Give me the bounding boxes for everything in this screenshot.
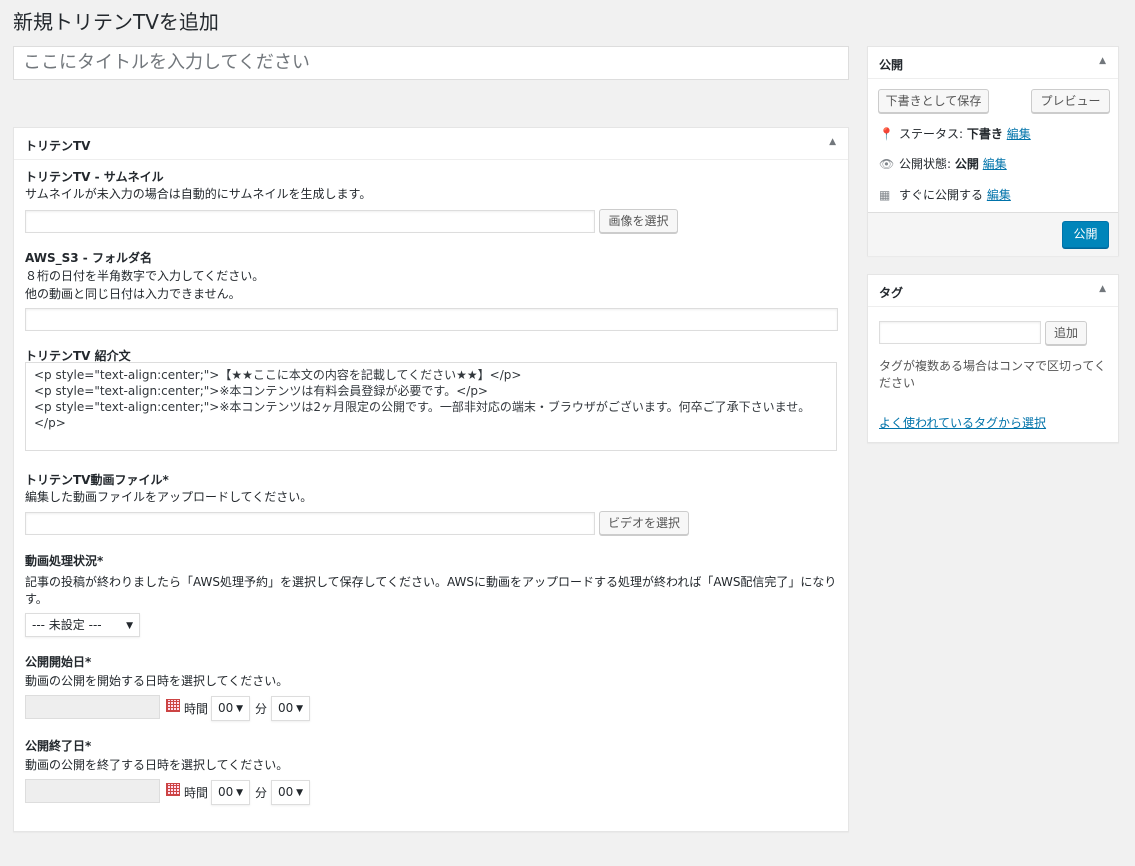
end-min-select[interactable]: 00 ▼ bbox=[271, 780, 310, 805]
post-title-input[interactable]: ここにタイトルを入力してください bbox=[13, 46, 849, 80]
start-min-select[interactable]: 00 ▼ bbox=[271, 696, 310, 721]
add-tag-button[interactable]: 追加 bbox=[1045, 321, 1087, 345]
processing-status-select[interactable]: --- 未設定 --- ▼ bbox=[25, 613, 140, 637]
processing-status-value: --- 未設定 --- bbox=[32, 618, 102, 632]
publish-actions: 公開 bbox=[868, 212, 1118, 256]
tag-hint-2: ださい bbox=[879, 376, 916, 390]
chevron-down-icon: ▼ bbox=[296, 704, 303, 714]
metabox-title: トリテンTV bbox=[25, 139, 91, 153]
collapse-arrow-icon[interactable]: ▲ bbox=[1099, 284, 1106, 294]
thumbnail-input[interactable] bbox=[25, 210, 595, 233]
edit-schedule-link[interactable]: 編集 bbox=[987, 188, 1011, 202]
tag-title: タグ bbox=[879, 286, 904, 300]
status-desc-1: 記事の投稿が終わりましたら「AWS処理予約」を選択して保存してください。AWSに… bbox=[25, 575, 837, 589]
folder-desc-1: ８桁の日付を半角数字で入力してください。 bbox=[25, 269, 265, 283]
intro-textarea[interactable]: <p style="text-align:center;">【★★ここに本文の内… bbox=[25, 362, 837, 451]
publish-title: 公開 bbox=[879, 58, 904, 72]
save-draft-button[interactable]: 下書きとして保存 bbox=[878, 89, 989, 113]
eye-icon: 👁 bbox=[879, 157, 895, 171]
chevron-down-icon: ▼ bbox=[236, 788, 243, 798]
status-label: 動画処理状況* bbox=[25, 554, 104, 568]
intro-line: <p style="text-align:center;">※本コンテンツは2ヶ… bbox=[34, 400, 811, 414]
end-date-input[interactable] bbox=[25, 779, 160, 803]
tag-hint-1: タグが複数ある場合はコンマで区切ってく bbox=[879, 359, 1107, 373]
status-row: 📍 ステータス: 下書き 編集 bbox=[879, 125, 1031, 142]
intro-line: </p> bbox=[34, 416, 66, 430]
tag-metabox: タグ ▲ 追加 タグが複数ある場合はコンマで区切ってく ださい よく使われている… bbox=[867, 274, 1119, 443]
folder-input[interactable] bbox=[25, 308, 838, 331]
publish-metabox: 公開 ▲ 下書きとして保存 プレビュー 📍 ステータス: 下書き 編集 👁 公開状態… bbox=[867, 46, 1119, 256]
select-image-button[interactable]: 画像を選択 bbox=[599, 209, 678, 233]
start-date-desc: 動画の公開を開始する日時を選択してください。 bbox=[25, 674, 289, 688]
pin-icon: 📍 bbox=[879, 127, 894, 141]
start-min-label: 分 bbox=[255, 702, 268, 716]
end-hour-value: 00 bbox=[218, 785, 234, 799]
end-date-desc: 動画の公開を終了する日時を選択してください。 bbox=[25, 758, 289, 772]
intro-line: <p style="text-align:center;">※本コンテンツは有料… bbox=[34, 384, 488, 398]
status-desc-2: す。 bbox=[25, 592, 48, 606]
start-hour-label: 時間 bbox=[184, 702, 209, 716]
thumbnail-label: トリテンTV - サムネイル bbox=[25, 170, 164, 184]
metabox-header[interactable]: トリテンTV ▲ bbox=[14, 128, 848, 160]
status-label: ステータス: bbox=[899, 127, 964, 141]
end-min-value: 00 bbox=[278, 785, 294, 799]
preview-button[interactable]: プレビュー bbox=[1031, 89, 1110, 113]
video-label: トリテンTV動画ファイル* bbox=[25, 473, 169, 487]
calendar-icon[interactable] bbox=[166, 699, 180, 712]
thumbnail-desc: サムネイルが未入力の場合は自動的にサムネイルを生成します。 bbox=[25, 187, 372, 201]
status-value: 下書き bbox=[966, 127, 1003, 141]
publish-button[interactable]: 公開 bbox=[1062, 221, 1109, 248]
tag-header[interactable]: タグ ▲ bbox=[868, 275, 1118, 307]
visibility-value: 公開 bbox=[954, 157, 979, 171]
collapse-arrow-icon[interactable]: ▲ bbox=[1099, 56, 1106, 66]
start-date-input[interactable] bbox=[25, 695, 160, 719]
end-date-label: 公開終了日* bbox=[25, 739, 92, 753]
start-date-label: 公開開始日* bbox=[25, 655, 92, 669]
start-min-value: 00 bbox=[278, 701, 294, 715]
end-min-label: 分 bbox=[255, 786, 268, 800]
chevron-down-icon: ▼ bbox=[236, 704, 243, 714]
start-hour-select[interactable]: 00 ▼ bbox=[211, 696, 250, 721]
edit-status-link[interactable]: 編集 bbox=[1007, 127, 1031, 141]
visibility-row: 👁 公開状態: 公開 編集 bbox=[879, 155, 1007, 172]
start-hour-value: 00 bbox=[218, 701, 234, 715]
toriten-tv-metabox: トリテンTV ▲ トリテンTV - サムネイル サムネイルが未入力の場合は自動的… bbox=[13, 127, 849, 832]
intro-line: <p style="text-align:center;">【★★ここに本文の内… bbox=[34, 368, 522, 382]
end-hour-select[interactable]: 00 ▼ bbox=[211, 780, 250, 805]
schedule-label: すぐに公開する bbox=[899, 188, 984, 202]
folder-desc-2: 他の動画と同じ日付は入力できません。 bbox=[25, 287, 241, 301]
tag-input[interactable] bbox=[879, 321, 1041, 344]
end-hour-label: 時間 bbox=[184, 786, 209, 800]
video-input[interactable] bbox=[25, 512, 595, 535]
select-video-button[interactable]: ビデオを選択 bbox=[599, 511, 689, 535]
video-desc: 編集した動画ファイルをアップロードしてください。 bbox=[25, 490, 313, 504]
popular-tags-link[interactable]: よく使われているタグから選択 bbox=[879, 414, 1046, 431]
calendar-icon: ▦ bbox=[879, 188, 891, 202]
edit-visibility-link[interactable]: 編集 bbox=[983, 157, 1007, 171]
folder-label: AWS_S3 - フォルダ名 bbox=[25, 251, 152, 265]
page-title: 新規トリテンTVを追加 bbox=[13, 10, 219, 34]
chevron-down-icon: ▼ bbox=[296, 788, 303, 798]
chevron-down-icon: ▼ bbox=[126, 621, 133, 631]
schedule-row: ▦ すぐに公開する 編集 bbox=[879, 186, 1011, 203]
collapse-arrow-icon[interactable]: ▲ bbox=[829, 137, 836, 147]
visibility-label: 公開状態: bbox=[899, 157, 952, 171]
calendar-icon[interactable] bbox=[166, 783, 180, 796]
publish-header[interactable]: 公開 ▲ bbox=[868, 47, 1118, 79]
